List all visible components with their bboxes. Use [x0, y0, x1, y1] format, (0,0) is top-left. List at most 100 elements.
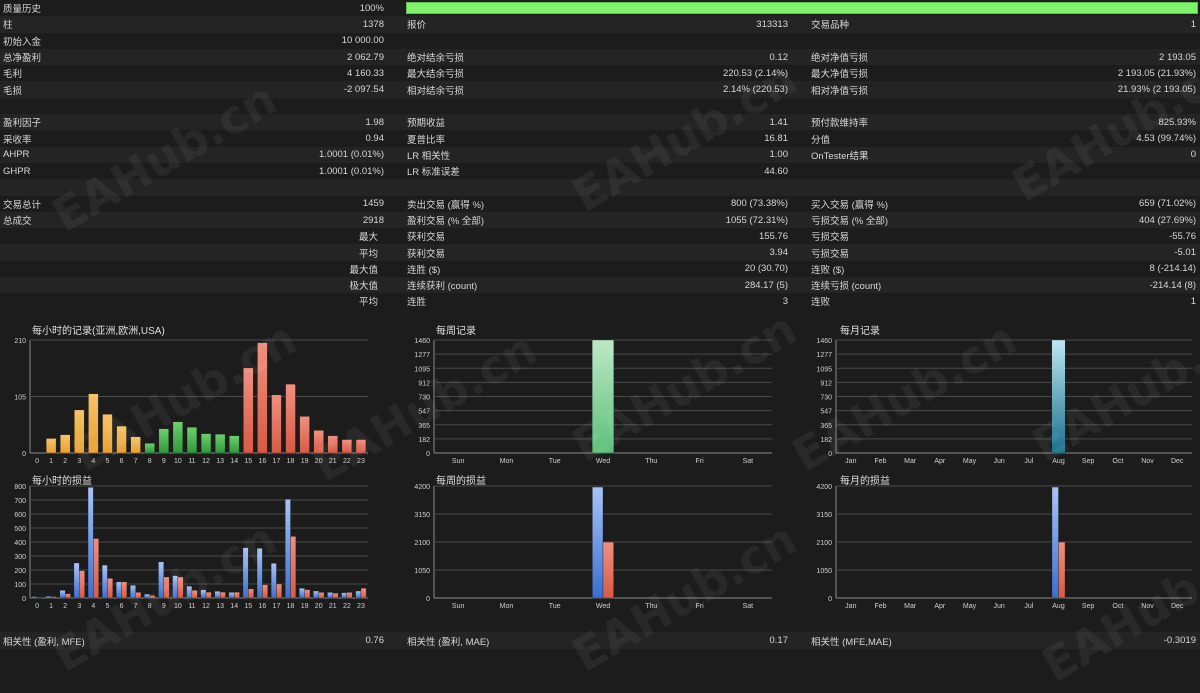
- x-tick-label: Aug: [1052, 603, 1065, 610]
- bar: [304, 589, 311, 599]
- bar: [355, 439, 367, 454]
- x-tick-label: 21: [329, 458, 337, 465]
- bar: [107, 578, 113, 599]
- bar: [135, 592, 142, 599]
- bar: [130, 436, 141, 454]
- chart-title: 每小时的记录(亚洲,欧洲,USA): [32, 326, 165, 337]
- y-tick-label: 0: [426, 451, 430, 458]
- bar: [318, 592, 325, 599]
- bar: [299, 588, 305, 599]
- charts-area: 每小时的记录(亚洲,欧洲,USA) 0 105 210 0 1 2 3 4 5 6 7 8 9 10 11 1…: [0, 317, 1200, 627]
- bar: [36, 597, 43, 599]
- bar: [74, 409, 85, 454]
- stats-row: 柱 1378 报价 313313 交易品种 1: [0, 16, 1200, 33]
- stats-table: 质量历史 100% 柱 1378 报价 313313 交易品种 1 初始入金 10 000.0…: [0, 0, 1200, 310]
- stat-label: 交易总计: [3, 199, 42, 211]
- stat-label: 分值: [811, 134, 831, 146]
- bar: [1051, 486, 1059, 599]
- stat-label: 获利交易: [407, 248, 446, 260]
- bar: [60, 434, 71, 454]
- stat-value: 21.93% (2 193.05): [1117, 84, 1196, 96]
- stat-label: GHPR: [3, 165, 31, 177]
- stats-row: 采收率 0.94 夏普比率 16.81 分值 4.53 (99.74%): [0, 130, 1200, 146]
- stats-row: 平均 连胜 3 连败 1: [0, 293, 1200, 309]
- x-tick-label: 3: [77, 458, 81, 465]
- x-tick-label: Thu: [645, 458, 657, 465]
- x-tick-label: Jul: [1024, 603, 1033, 610]
- chart-hourly-pnl: 每小时的损益 0 100 200 300 400 500 600 700 800 0 1 2 3 4 5 6 7…: [0, 469, 400, 629]
- bar: [177, 576, 184, 599]
- y-tick-label: 730: [820, 395, 832, 402]
- stat-value: 220.53 (2.14%): [723, 67, 788, 79]
- stat-label: 极大值: [349, 281, 378, 293]
- footer-value: 0.76: [365, 635, 385, 646]
- stat-label: 亏损交易 (% 全部): [811, 216, 889, 227]
- x-tick-label: 19: [301, 603, 309, 610]
- stats-rows: 柱 1378 报价 313313 交易品种 1 初始入金 10 000.00 总净盈利 2 062…: [0, 16, 1200, 309]
- x-tick-label: Aug: [1052, 458, 1065, 465]
- stats-row: 总成交 2918 盈利交易 (% 全部) 1055 (72.31%) 亏损交易 (% 全…: [0, 211, 1200, 229]
- bar: [172, 575, 179, 599]
- x-tick-label: 23: [357, 458, 365, 465]
- bar: [285, 383, 296, 454]
- bar: [93, 538, 99, 599]
- x-tick-label: 0: [35, 458, 39, 465]
- x-tick-label: Sun: [452, 458, 465, 465]
- x-tick-label: Jun: [994, 458, 1005, 465]
- x-tick-label: Tue: [549, 458, 561, 465]
- bar: [248, 588, 254, 599]
- x-tick-label: Oct: [1112, 603, 1123, 610]
- bar: [243, 367, 254, 454]
- stat-value: 2.14% (220.53): [723, 84, 788, 96]
- y-tick-label: 100: [14, 582, 26, 589]
- stat-value: 20 (30.70): [744, 263, 788, 275]
- x-tick-label: Nov: [1141, 603, 1154, 610]
- x-tick-label: 16: [258, 603, 266, 610]
- stat-value: 1.0001 (0.01%): [319, 165, 384, 177]
- bar: [46, 438, 57, 454]
- footer-label: 相关性 (盈利, MAE): [407, 636, 490, 648]
- quality-label: 质量历史: [3, 4, 42, 16]
- stat-value: -214.14 (8): [1149, 279, 1196, 291]
- x-tick-label: 22: [343, 458, 351, 465]
- stat-label: 连败: [811, 297, 831, 309]
- bar: [228, 592, 235, 599]
- bar: [257, 342, 268, 454]
- stat-label: 连续获利 (count): [407, 281, 478, 293]
- stat-label: 预付款维持率: [811, 118, 869, 130]
- stat-value: 4 160.33: [347, 67, 384, 79]
- y-tick-label: 1050: [414, 568, 430, 575]
- stat-value: -2 097.54: [343, 84, 384, 96]
- stat-label: LR 标准误差: [407, 167, 460, 179]
- bar: [313, 590, 319, 599]
- bar: [65, 593, 71, 599]
- x-tick-label: Fri: [695, 458, 704, 465]
- bar: [219, 591, 226, 599]
- stat-label: 最大净值亏损: [811, 69, 869, 81]
- bar: [200, 589, 207, 599]
- bar: [346, 592, 353, 599]
- y-tick-label: 182: [820, 437, 832, 444]
- stat-label: 总净盈利: [3, 53, 42, 65]
- y-tick-label: 400: [14, 540, 26, 547]
- stat-label: 毛损: [3, 85, 23, 97]
- y-tick-label: 182: [418, 437, 430, 444]
- stat-value: -5.01: [1174, 247, 1196, 259]
- chart-title: 每周的损益: [436, 476, 486, 487]
- x-tick-label: Dec: [1171, 458, 1184, 465]
- stat-value: 284.17 (5): [744, 279, 788, 291]
- stat-label: 最大结余亏损: [407, 69, 465, 81]
- stat-label: 相对净值亏损: [811, 85, 869, 97]
- y-tick-label: 800: [14, 484, 26, 491]
- stat-label: 亏损交易: [811, 248, 850, 260]
- y-tick-label: 1095: [816, 366, 832, 373]
- y-tick-label: 730: [418, 395, 430, 402]
- bar: [158, 428, 169, 454]
- bar: [1058, 541, 1066, 599]
- x-tick-label: 18: [287, 603, 295, 610]
- x-tick-label: Sep: [1082, 603, 1095, 610]
- stats-row: 极大值 连续获利 (count) 284.17 (5) 连续亏损 (count) -21…: [0, 277, 1200, 294]
- bar: [88, 393, 99, 454]
- bar: [121, 581, 128, 599]
- y-tick-label: 3150: [816, 512, 832, 519]
